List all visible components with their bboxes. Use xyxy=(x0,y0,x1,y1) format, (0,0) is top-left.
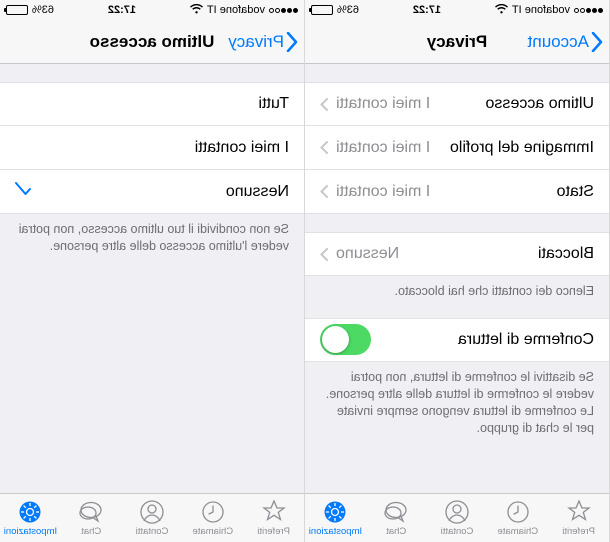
tab-label: Contatti xyxy=(136,526,169,537)
clock-label: 17:22 xyxy=(108,4,136,16)
tab-chat[interactable]: Chat xyxy=(61,494,122,542)
star-icon xyxy=(261,499,287,525)
nav-bar: Account Privacy xyxy=(305,20,609,64)
tab-label: Preferiti xyxy=(257,526,290,537)
gear-icon xyxy=(17,499,43,525)
chevron-left-icon xyxy=(591,32,603,52)
last-access-content: Tutti I miei contatti Nessuno Se non con… xyxy=(0,64,304,493)
chat-icon xyxy=(78,499,104,525)
person-icon xyxy=(139,499,165,525)
tab-calls[interactable]: Chiamate xyxy=(182,494,243,542)
row-value: I miei contatti xyxy=(328,95,486,113)
signal-dots-icon xyxy=(269,8,298,13)
wifi-icon xyxy=(495,4,508,17)
chat-icon xyxy=(383,499,409,525)
last-access-footer: Se non condividi il tuo ultimo accesso, … xyxy=(0,214,304,255)
tab-chat[interactable]: Chat xyxy=(366,494,427,542)
row-last-access[interactable]: Ultimo accesso I miei contatti xyxy=(305,82,609,126)
tab-bar: Preferiti Chiamate Contatti Chat Imposta… xyxy=(305,493,609,542)
option-label: I miei contatti xyxy=(195,139,289,157)
back-button[interactable]: Privacy xyxy=(228,32,304,52)
carrier-label: vodafone IT xyxy=(207,4,265,16)
wifi-icon xyxy=(190,4,203,17)
back-button[interactable]: Account xyxy=(528,32,609,52)
tab-label: Chiamate xyxy=(497,526,538,537)
row-label: Immagine del profilo xyxy=(450,139,594,157)
clock-label: 17:22 xyxy=(413,4,441,16)
tab-calls[interactable]: Chiamate xyxy=(487,494,548,542)
tab-label: Impostazioni xyxy=(309,526,362,537)
battery-pct: 63% xyxy=(337,4,359,16)
status-bar: vodafone IT 17:22 63% xyxy=(305,0,609,20)
read-receipts-toggle[interactable] xyxy=(320,324,371,355)
row-read-receipts[interactable]: Conferme di lettura xyxy=(305,318,609,362)
nav-bar: Privacy Ultimo accesso xyxy=(0,20,304,64)
row-label: Bloccati xyxy=(538,245,594,263)
back-label: Privacy xyxy=(228,32,284,52)
clock-icon xyxy=(505,499,531,525)
signal-dots-icon xyxy=(574,8,603,13)
tab-bar: Preferiti Chiamate Contatti Chat Imposta… xyxy=(0,493,304,542)
back-label: Account xyxy=(528,32,589,52)
row-status[interactable]: Stato I miei contatti xyxy=(305,170,609,214)
option-label: Nessuno xyxy=(226,183,289,201)
tab-label: Chat xyxy=(386,526,406,537)
row-label: Conferme di lettura xyxy=(458,331,594,349)
status-bar: vodafone IT 17:22 63% xyxy=(0,0,304,20)
battery-icon xyxy=(311,5,333,15)
chevron-left-icon xyxy=(286,32,298,52)
row-value: Nessuno xyxy=(328,245,538,263)
tab-favorites[interactable]: Preferiti xyxy=(548,494,609,542)
carrier-label: vodafone IT xyxy=(512,4,570,16)
battery-icon xyxy=(6,5,28,15)
battery-pct: 63% xyxy=(32,4,54,16)
tab-settings[interactable]: Impostazioni xyxy=(305,494,366,542)
blocked-footer: Elenco dei contatti che hai bloccato. xyxy=(305,276,609,300)
tab-label: Chat xyxy=(81,526,101,537)
tab-contacts[interactable]: Contatti xyxy=(427,494,488,542)
tab-settings[interactable]: Impostazioni xyxy=(0,494,61,542)
tab-label: Contatti xyxy=(441,526,474,537)
star-icon xyxy=(566,499,592,525)
option-my-contacts[interactable]: I miei contatti xyxy=(0,126,304,170)
privacy-screen: vodafone IT 17:22 63% Account Privacy xyxy=(305,0,610,542)
clock-icon xyxy=(200,499,226,525)
tab-label: Chiamate xyxy=(192,526,233,537)
chevron-right-icon xyxy=(320,248,328,261)
chevron-right-icon xyxy=(320,185,328,198)
row-value: I miei contatti xyxy=(328,183,557,201)
tab-label: Preferiti xyxy=(562,526,595,537)
row-label: Ultimo accesso xyxy=(486,95,594,113)
chevron-right-icon xyxy=(320,98,328,111)
option-everyone[interactable]: Tutti xyxy=(0,82,304,126)
privacy-content: Ultimo accesso I miei contatti Immagine … xyxy=(305,64,609,493)
chevron-right-icon xyxy=(320,141,328,154)
row-label: Stato xyxy=(557,183,594,201)
read-receipts-footer: Se disattivi le conferme di lettura, non… xyxy=(305,362,609,437)
checkmark-icon xyxy=(15,182,31,201)
row-profile-picture[interactable]: Immagine del profilo I miei contatti xyxy=(305,126,609,170)
row-value: I miei contatti xyxy=(328,139,450,157)
option-label: Tutti xyxy=(258,95,289,113)
option-nobody[interactable]: Nessuno xyxy=(0,170,304,214)
row-blocked[interactable]: Bloccati Nessuno xyxy=(305,232,609,276)
gear-icon xyxy=(322,499,348,525)
last-access-screen: vodafone IT 17:22 63% Privacy Ultimo acc… xyxy=(0,0,305,542)
person-icon xyxy=(444,499,470,525)
tab-favorites[interactable]: Preferiti xyxy=(243,494,304,542)
tab-label: Impostazioni xyxy=(4,526,57,537)
tab-contacts[interactable]: Contatti xyxy=(122,494,183,542)
